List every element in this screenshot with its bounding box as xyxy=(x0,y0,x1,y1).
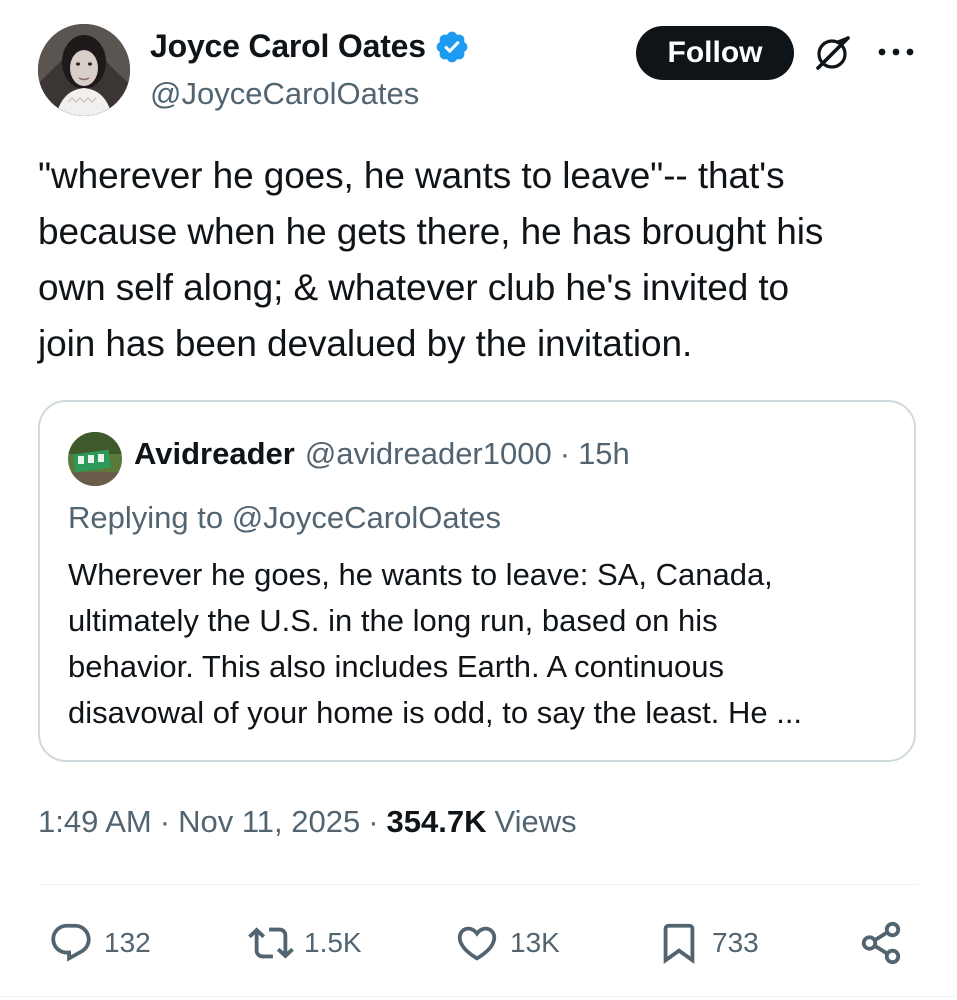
author-handle[interactable]: @JoyceCarolOates xyxy=(150,76,419,112)
bookmark-count: 733 xyxy=(712,927,759,958)
quote-time[interactable]: 15h xyxy=(578,436,630,472)
views-count: 354.7K xyxy=(386,804,487,839)
repost-icon xyxy=(248,927,294,959)
reply-button[interactable]: 132 xyxy=(48,916,151,970)
repost-count: 1.5K xyxy=(304,927,362,958)
quote-author-avatar[interactable] xyxy=(68,432,122,486)
like-button[interactable]: 13K xyxy=(454,916,560,970)
share-icon xyxy=(861,921,901,965)
quote-text: Wherever he goes, he wants to leave: SA,… xyxy=(68,557,803,730)
bookmark-button[interactable]: 733 xyxy=(656,916,759,970)
reply-icon xyxy=(51,923,91,962)
bookmark-icon xyxy=(663,923,695,964)
author-portrait xyxy=(38,24,130,116)
views-label: Views xyxy=(494,804,577,839)
quote-author-name[interactable]: Avidreader xyxy=(134,436,295,472)
divider xyxy=(38,884,918,885)
reply-count: 132 xyxy=(104,927,151,958)
verified-badge-icon[interactable] xyxy=(434,29,470,65)
bottom-divider xyxy=(0,996,957,997)
meta-separator: · xyxy=(159,804,171,839)
more-icon[interactable] xyxy=(876,40,916,64)
quoted-tweet-card[interactable]: Avidreader @avidreader1000 · 15h Replyin… xyxy=(38,400,916,762)
quote-header: Avidreader @avidreader1000 · 15h xyxy=(134,436,630,472)
quote-separator: · xyxy=(559,436,571,471)
like-count: 13K xyxy=(510,927,560,958)
tweet-time[interactable]: 1:49 AM xyxy=(38,804,152,840)
follow-button[interactable]: Follow xyxy=(636,26,794,80)
share-button[interactable] xyxy=(858,916,904,970)
tweet-text: "wherever he goes, he wants to leave"-- … xyxy=(38,155,824,364)
heart-icon xyxy=(457,926,497,961)
grok-icon[interactable] xyxy=(812,32,854,74)
author-avatar[interactable] xyxy=(38,24,130,116)
repost-button[interactable]: 1.5K xyxy=(248,916,362,970)
tweet-date[interactable]: Nov 11, 2025 xyxy=(178,804,360,840)
author-name[interactable]: Joyce Carol Oates xyxy=(150,28,426,65)
meta-separator-2: · xyxy=(368,804,379,839)
quote-author-handle[interactable]: @avidreader1000 xyxy=(305,436,552,472)
quote-replying-to: Replying to @JoyceCarolOates xyxy=(68,500,501,535)
quote-avatar-image xyxy=(68,432,122,486)
tweet-meta: 1:49 AM · Nov 11, 2025 · 354.7K Views xyxy=(38,804,577,840)
author-name-row[interactable]: Joyce Carol Oates xyxy=(150,28,470,65)
